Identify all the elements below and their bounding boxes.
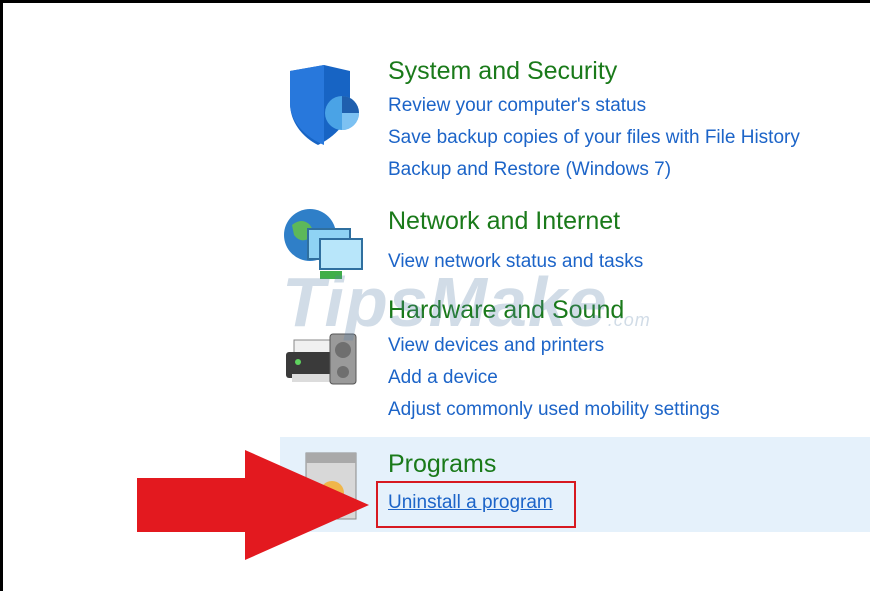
category-title-network-internet[interactable]: Network and Internet <box>388 207 620 236</box>
link-file-history[interactable]: Save backup copies of your files with Fi… <box>388 127 800 149</box>
red-arrow-icon <box>137 450 369 560</box>
category-title-programs[interactable]: Programs <box>388 450 496 479</box>
watermark: TipsMake.com <box>282 263 651 341</box>
highlight-box <box>376 481 576 528</box>
shield-icon <box>290 65 359 145</box>
link-review-status[interactable]: Review your computer's status <box>388 95 646 117</box>
category-system-security: System and Security Review your computer… <box>280 55 870 195</box>
link-backup-restore[interactable]: Backup and Restore (Windows 7) <box>388 159 671 181</box>
link-mobility-settings[interactable]: Adjust commonly used mobility settings <box>388 399 720 421</box>
link-add-device[interactable]: Add a device <box>388 367 498 389</box>
category-title-system-security[interactable]: System and Security <box>388 57 617 86</box>
